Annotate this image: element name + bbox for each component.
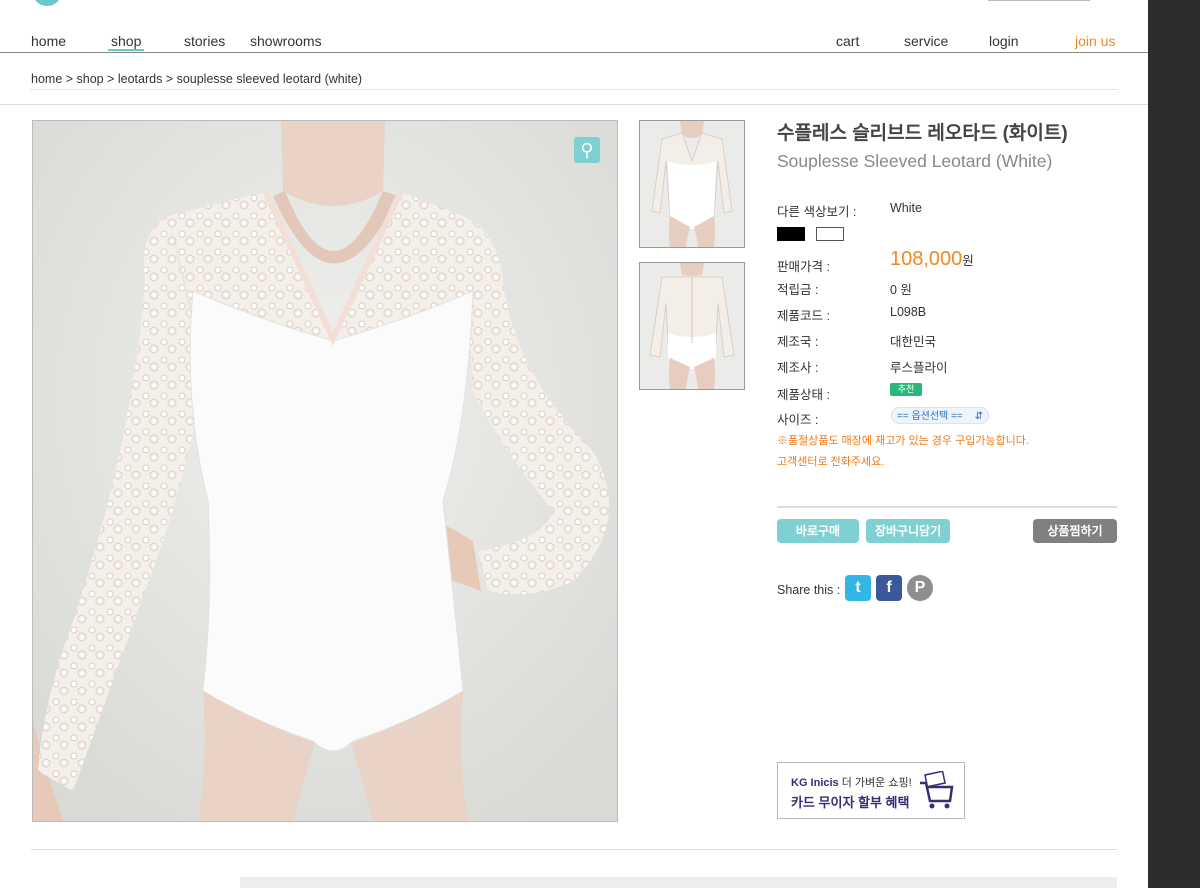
nav-showrooms[interactable]: showrooms [250, 33, 322, 49]
banner-brand: KG Inicis [791, 777, 839, 789]
color-label: 다른 색상보기 : [777, 205, 857, 219]
nav-shop[interactable]: shop [108, 33, 145, 51]
nav-stories[interactable]: stories [184, 33, 225, 49]
swatch-black[interactable] [777, 227, 805, 241]
size-select[interactable]: == 옵션선택 == ⇵ [891, 407, 989, 424]
content-divider [31, 849, 1117, 850]
thumbnail-back[interactable] [639, 262, 745, 390]
points-value: 0 원 [890, 283, 912, 297]
nav-join[interactable]: join us [1075, 33, 1115, 49]
swatch-white[interactable] [816, 227, 844, 241]
code-value: L098B [890, 305, 927, 319]
facebook-icon[interactable]: f [876, 575, 902, 601]
nav-login[interactable]: login [989, 33, 1019, 49]
country-value: 대한민국 [890, 335, 937, 349]
country-label: 제조국 : [777, 335, 819, 349]
stock-note: ※품절상품도 매장에 재고가 있는 경우 구입가능합니다. [777, 435, 1029, 447]
code-label: 제품코드 : [777, 309, 830, 323]
color-value: White [890, 201, 922, 215]
status-label: 제품상태 : [777, 388, 830, 402]
chevron-updown-icon: ⇵ [974, 411, 983, 422]
site-logo[interactable] [32, 0, 62, 6]
breadcrumb-divider [31, 89, 1117, 90]
add-to-cart-button[interactable]: 장바구니담기 [866, 519, 950, 543]
banner-line2: 카드 무이자 할부 혜택 [791, 795, 910, 810]
actions-divider [777, 506, 1117, 508]
breadcrumb[interactable]: home > shop > leotards > souplesse sleev… [31, 72, 362, 86]
thumbnail-front-image [640, 121, 744, 247]
size-select-value: == 옵션선택 == [897, 411, 963, 422]
pinterest-icon[interactable]: P [907, 575, 933, 601]
price-label: 판매가격 : [777, 260, 830, 274]
points-label: 적립금 : [777, 283, 819, 297]
status-badge: 추천 [890, 383, 922, 396]
banner-tagline: 더 가벼운 쇼핑! [841, 777, 912, 789]
main-nav: home shop stories showrooms cart service… [0, 30, 1148, 53]
size-label: 사이즈 : [777, 413, 819, 427]
twitter-icon[interactable]: t [845, 575, 871, 601]
nav-service[interactable]: service [904, 33, 948, 49]
shopping-cart-icon [920, 771, 954, 809]
buy-now-button[interactable]: 바로구매 [777, 519, 859, 543]
price-amount: 108,000 [890, 248, 963, 270]
window-edge [1148, 0, 1200, 888]
share-label: Share this : [777, 583, 841, 597]
page: home shop stories showrooms cart service… [0, 0, 1148, 888]
nav-home[interactable]: home [31, 33, 66, 49]
thumbnail-front[interactable] [639, 120, 745, 248]
logo-mark [32, 0, 62, 6]
stock-note-2: 고객센터로 전화주세요. [777, 456, 885, 468]
maker-label: 제조사 : [777, 361, 819, 375]
details-tab-bar [240, 877, 1117, 888]
nav-cart[interactable]: cart [836, 33, 859, 49]
banner-line1: KG Inicis 더 가벼운 쇼핑! [791, 774, 912, 790]
product-title-ko: 수플레스 슬리브드 레오타드 (화이트) [777, 123, 1068, 144]
leotard-photo [33, 121, 617, 821]
zoom-icon[interactable]: ⚲ [574, 137, 600, 163]
maker-value: 루스플라이 [890, 361, 948, 375]
product-title-en: Souplesse Sleeved Leotard (White) [777, 151, 1053, 171]
price-unit: 원 [962, 254, 974, 268]
kg-inicis-banner[interactable]: KG Inicis 더 가벼운 쇼핑! 카드 무이자 할부 혜택 [777, 762, 965, 819]
header-divider [0, 104, 1148, 105]
thumbnail-back-image [640, 263, 744, 389]
price-value: 108,000원 [890, 248, 974, 271]
header-search-input[interactable] [988, 0, 1090, 1]
wishlist-button[interactable]: 상품찜하기 [1033, 519, 1117, 543]
product-main-image[interactable] [32, 120, 618, 822]
